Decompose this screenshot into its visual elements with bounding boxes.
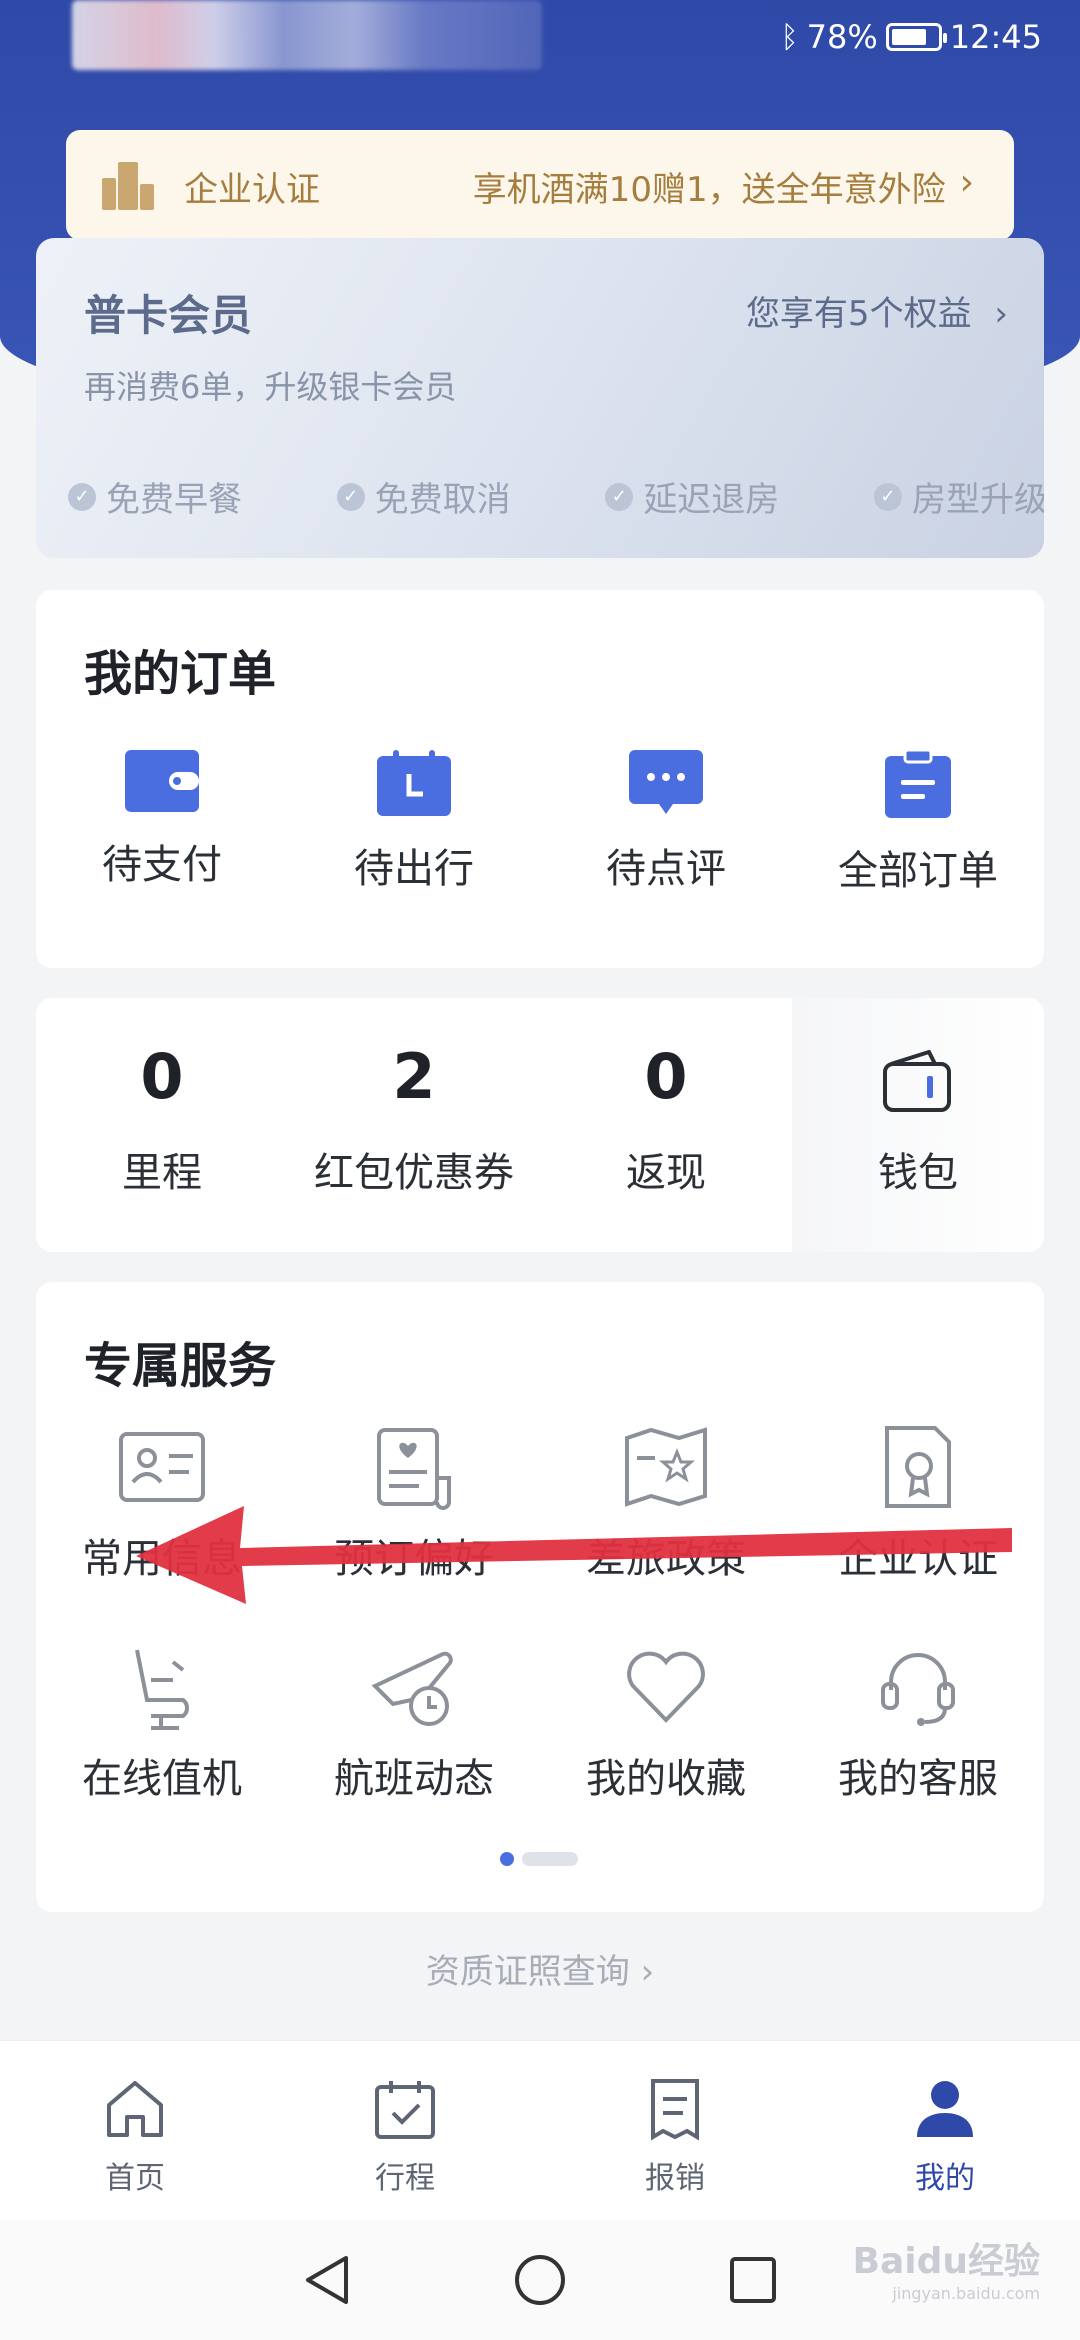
order-pending-payment[interactable]: 待支付	[36, 750, 288, 896]
tab-itinerary[interactable]: 行程	[270, 2041, 540, 2220]
page-dot	[522, 1852, 578, 1866]
service-online-checkin[interactable]: 在线值机	[36, 1642, 288, 1804]
coupons-stat[interactable]: 2 红包优惠券	[288, 1040, 540, 1198]
service-favorites[interactable]: 我的收藏	[540, 1642, 792, 1804]
certificate-icon	[885, 1426, 951, 1508]
heart-icon	[627, 1651, 705, 1723]
status-bar: ᛒ 78% 12:45	[781, 18, 1042, 56]
membership-level: 普卡会员	[84, 291, 253, 340]
home-icon	[107, 2081, 163, 2137]
tab-reimbursement[interactable]: 报销	[540, 2041, 810, 2220]
clipboard-icon	[885, 750, 951, 818]
check-icon: ✓	[336, 482, 365, 511]
battery-icon	[885, 23, 947, 51]
battery-percent: 78%	[806, 18, 878, 56]
tab-me[interactable]: 我的	[810, 2041, 1080, 2220]
blurred-profile-area	[72, 0, 542, 70]
benefit-item: ✓ 房型升级	[873, 472, 1044, 521]
cashback-stat[interactable]: 0 返现	[540, 1040, 792, 1198]
check-icon: ✓	[605, 482, 634, 511]
orders-title: 我的订单	[84, 646, 277, 702]
bluetooth-icon: ᛒ	[780, 19, 799, 55]
check-icon: ✓	[873, 482, 902, 511]
service-common-info[interactable]: 常用信息	[36, 1422, 288, 1584]
service-travel-policy[interactable]: 差旅政策	[540, 1422, 792, 1584]
mileage-stat[interactable]: 0 里程	[36, 1040, 288, 1198]
order-all[interactable]: 全部订单	[792, 750, 1044, 896]
home-circle-icon[interactable]	[512, 2252, 568, 2308]
assets-card: 0 里程 2 红包优惠券 0 返现 钱包	[36, 998, 1044, 1252]
cashback-value: 0	[644, 1040, 688, 1113]
service-enterprise-cert[interactable]: 企业认证	[792, 1422, 1044, 1584]
benefits-count: 您享有5个权益	[745, 294, 972, 334]
id-card-icon	[119, 1432, 205, 1502]
page-dot-active	[500, 1852, 514, 1866]
benefit-item: ✓ 免费早餐	[68, 472, 242, 521]
person-icon	[917, 2081, 973, 2137]
services-title: 专属服务	[84, 1338, 277, 1394]
plane-clock-icon	[371, 1651, 453, 1726]
watermark: Baidu经验 jingyan.baidu.com	[852, 2241, 1040, 2303]
policy-map-icon	[625, 1427, 707, 1507]
headset-icon	[881, 1653, 955, 1726]
service-booking-preference[interactable]: 预订偏好	[288, 1422, 540, 1584]
coupons-value: 2	[392, 1040, 436, 1113]
page-indicator	[500, 1852, 578, 1866]
chevron-right-icon: ›	[959, 162, 974, 203]
enterprise-cert-banner[interactable]: 企业认证 享机酒满10赠1，送全年意外险 ›	[66, 130, 1014, 240]
wallet-icon	[883, 1050, 951, 1112]
mileage-value: 0	[140, 1040, 184, 1113]
membership-card[interactable]: 普卡会员 您享有5个权益 › 再消费6单，升级银卡会员 ✓ 免费早餐 ✓ 免费取消 …	[36, 238, 1044, 558]
service-customer-support[interactable]: 我的客服	[792, 1642, 1044, 1804]
recents-icon[interactable]	[728, 2255, 778, 2305]
calendar-icon	[377, 750, 451, 816]
receipt-icon	[651, 2079, 699, 2141]
wallet-card-icon	[125, 750, 199, 812]
back-icon[interactable]	[302, 2252, 352, 2308]
benefits-link[interactable]: 您享有5个权益 ›	[746, 286, 1008, 335]
calendar-check-icon	[375, 2081, 435, 2139]
wallet-button[interactable]: 钱包	[792, 1040, 1044, 1198]
chevron-right-icon: ›	[640, 1952, 655, 1992]
order-upcoming[interactable]: 待出行	[288, 750, 540, 896]
seat-icon	[135, 1649, 189, 1730]
license-query-link[interactable]: 资质证照查询 ›	[0, 1944, 1080, 1993]
preference-doc-icon	[377, 1428, 451, 1510]
chevron-right-icon: ›	[994, 294, 1008, 334]
benefit-item: ✓ 延迟退房	[605, 472, 779, 521]
orders-card: 我的订单 待支付 待出行 待点评 全部订单	[36, 590, 1044, 968]
bottom-tab-bar: 首页 行程 报销 我的	[0, 2040, 1080, 2220]
enterprise-cert-label: 企业认证	[184, 170, 320, 210]
promo-text: 享机酒满10赠1，送全年意外险	[472, 170, 946, 210]
service-flight-status[interactable]: 航班动态	[288, 1642, 540, 1804]
check-icon: ✓	[68, 482, 96, 511]
benefit-item: ✓ 免费取消	[336, 472, 511, 521]
upgrade-hint: 再消费6单，升级银卡会员	[84, 368, 457, 406]
order-to-review[interactable]: 待点评	[540, 750, 792, 896]
building-icon	[102, 162, 154, 210]
tab-home[interactable]: 首页	[0, 2041, 270, 2220]
clock: 12:45	[949, 18, 1042, 56]
benefits-list: ✓ 免费早餐 ✓ 免费取消 ✓ 延迟退房 ✓ 房型升级	[68, 472, 1044, 521]
chat-bubble-icon	[629, 750, 703, 814]
services-card: 专属服务 常用信息 预订偏好 差旅政策 企业认证 在线值机 航班动态 我的收藏 …	[36, 1282, 1044, 1912]
